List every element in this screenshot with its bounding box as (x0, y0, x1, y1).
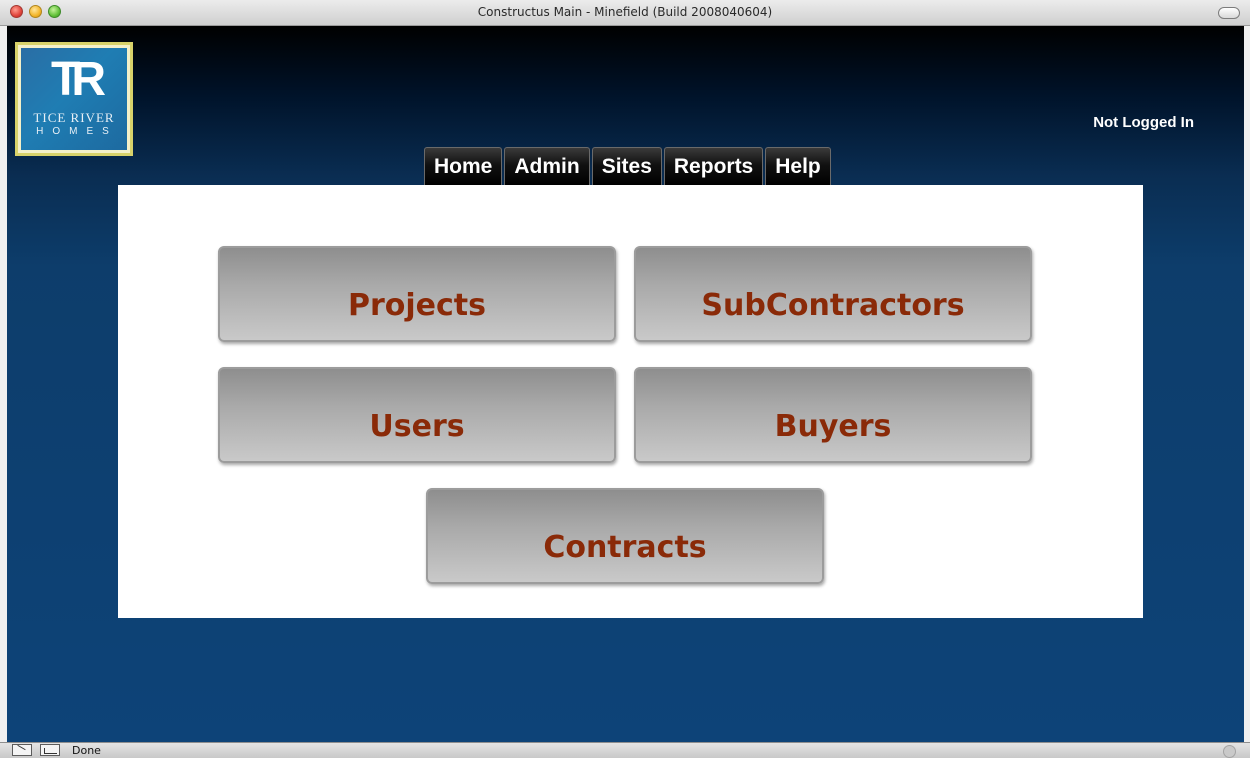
window-title: Constructus Main - Minefield (Build 2008… (477, 5, 773, 19)
tab-home[interactable]: Home (424, 147, 503, 185)
users-button[interactable]: Users (218, 367, 616, 463)
page-load-graph-icon[interactable] (40, 744, 60, 756)
tab-admin[interactable]: Admin (504, 147, 590, 185)
toolbar-toggle-button[interactable] (1218, 7, 1240, 19)
tab-reports[interactable]: Reports (663, 147, 764, 185)
nav-tabs: Home Admin Sites Reports Help (424, 147, 833, 185)
logo-line2: HOMES (36, 126, 118, 137)
tab-sites[interactable]: Sites (591, 147, 662, 185)
subcontractors-button[interactable]: SubContractors (634, 246, 1032, 342)
network-activity-icon[interactable] (12, 744, 32, 756)
projects-button[interactable]: Projects (218, 246, 616, 342)
tice-river-homes-logo[interactable]: TR TICE RIVER HOMES (15, 42, 133, 156)
page-viewport: TR TICE RIVER HOMES Not Logged In Home A… (7, 26, 1244, 742)
window-titlebar: Constructus Main - Minefield (Build 2008… (0, 0, 1250, 26)
main-panel: Projects SubContractors Users Buyers Con… (118, 185, 1143, 618)
tab-help[interactable]: Help (765, 147, 831, 185)
login-status: Not Logged In (1093, 114, 1194, 131)
logo-badge: TR TICE RIVER HOMES (21, 48, 127, 150)
buyers-button[interactable]: Buyers (634, 367, 1032, 463)
logo-line1: TICE RIVER (33, 110, 115, 125)
status-text: Done (72, 744, 101, 757)
contracts-button[interactable]: Contracts (426, 488, 824, 584)
logo-mark: TR (51, 53, 106, 106)
status-bar: Done (0, 742, 1250, 758)
security-status-icon[interactable] (1223, 745, 1236, 758)
